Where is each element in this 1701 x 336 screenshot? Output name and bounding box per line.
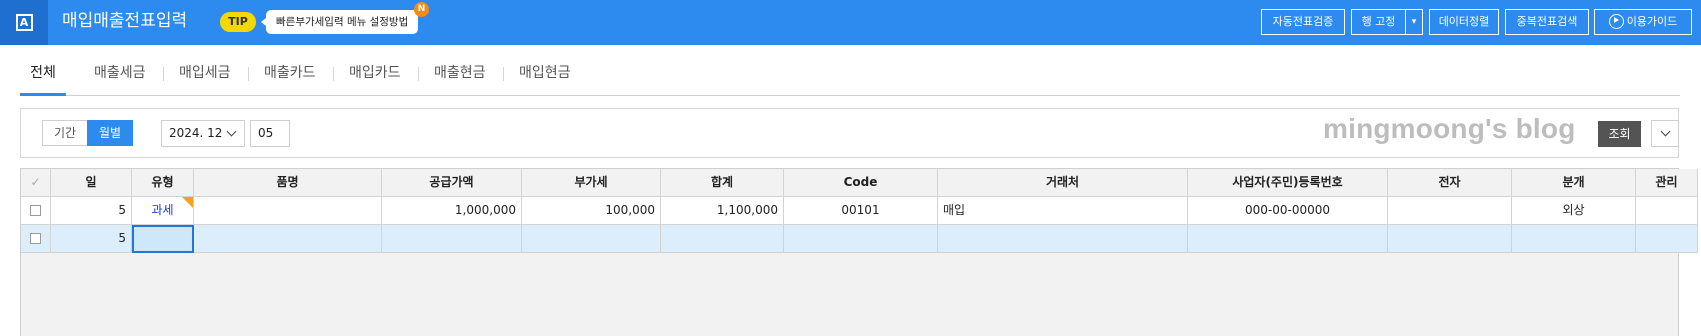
row-checkbox[interactable] [21, 197, 51, 225]
tab-divider [503, 67, 504, 81]
cell-supply[interactable] [382, 225, 522, 253]
play-circle-icon [1608, 13, 1624, 29]
auto-verify-button[interactable]: 자동전표검증 [1261, 9, 1345, 35]
tab-all[interactable]: 전체 [20, 58, 66, 96]
col-header-total[interactable]: 합계 [661, 169, 784, 197]
cell-item[interactable] [194, 225, 382, 253]
row-checkbox[interactable] [21, 225, 51, 253]
col-header-journal[interactable]: 분개 [1512, 169, 1636, 197]
tab-divider [248, 67, 249, 81]
row-fix-button[interactable]: 행 고정 [1351, 9, 1406, 35]
cell-day[interactable]: 5 [51, 197, 132, 225]
tab-purchase-tax[interactable]: 매입세금 [179, 58, 231, 96]
month-value: 2024. 12 [169, 126, 223, 140]
cell-vendor[interactable]: 매입 [938, 197, 1188, 225]
cell-journal[interactable] [1512, 225, 1636, 253]
document-a-icon: A [15, 14, 33, 31]
type-value: 과세 [151, 203, 174, 217]
cell-vendor[interactable] [938, 225, 1188, 253]
col-header-supply[interactable]: 공급가액 [382, 169, 522, 197]
col-header-vat[interactable]: 부가세 [522, 169, 661, 197]
cell-manage[interactable] [1636, 197, 1698, 225]
cell-day[interactable]: 5 [51, 225, 132, 253]
tab-divider [163, 67, 164, 81]
chevron-down-icon [1660, 126, 1671, 137]
col-header-item[interactable]: 품명 [194, 169, 382, 197]
tip-text[interactable]: 빠른부가세입력 메뉴 설정방법 [260, 10, 419, 34]
chevron-down-icon [226, 126, 237, 137]
cell-item[interactable] [194, 197, 382, 225]
duplicate-search-button[interactable]: 중복전표검색 [1505, 9, 1589, 35]
tab-purchase-cash[interactable]: 매입현금 [519, 58, 571, 96]
select-all-check-icon[interactable]: ✓ [21, 169, 51, 197]
cell-reg-no[interactable] [1188, 225, 1388, 253]
cell-manage[interactable] [1636, 225, 1698, 253]
cell-reg-no[interactable]: 000-00-00000 [1188, 197, 1388, 225]
cell-code[interactable]: 00101 [784, 197, 938, 225]
blog-watermark: mingmoong's blog [1323, 113, 1576, 144]
checkbox-icon [30, 233, 41, 244]
tab-purchase-card[interactable]: 매입카드 [349, 58, 401, 96]
guide-label: 이용가이드 [1626, 15, 1678, 28]
row-fix-dropdown-icon[interactable]: ▾ [1405, 9, 1423, 35]
voucher-type-tabs: 전체 매출세금 매입세금 매출카드 매입카드 매출현금 매입현금 [20, 58, 1680, 96]
filter-panel: 기간 월별 2024. 12 05 mingmoong's blog 조회 [20, 108, 1679, 158]
search-button[interactable]: 조회 [1598, 121, 1641, 147]
tip-badge[interactable]: TIP [220, 12, 256, 32]
app-header: A 매입매출전표입력 TIP 빠른부가세입력 메뉴 설정방법 N 자동전표검증 … [0, 0, 1701, 45]
cell-total[interactable] [661, 225, 784, 253]
month-select[interactable]: 2024. 12 [161, 120, 245, 147]
cell-code[interactable] [784, 225, 938, 253]
col-header-day[interactable]: 일 [51, 169, 132, 197]
guide-button[interactable]: 이용가이드 [1594, 9, 1692, 35]
col-header-manage[interactable]: 관리 [1636, 169, 1698, 197]
period-toggle[interactable]: 기간 [42, 120, 88, 146]
col-header-vendor[interactable]: 거래처 [938, 169, 1188, 197]
new-badge: N [414, 2, 429, 17]
cell-type-active[interactable] [132, 225, 194, 253]
new-flag-label: N [186, 197, 192, 199]
cell-total[interactable]: 1,100,000 [661, 197, 784, 225]
cell-type[interactable]: N 과세 [132, 197, 194, 225]
data-sort-button[interactable]: 데이터정렬 [1429, 9, 1499, 35]
cell-electronic[interactable] [1388, 225, 1512, 253]
monthly-toggle[interactable]: 월별 [87, 120, 133, 146]
logo[interactable]: A [0, 0, 48, 45]
collapse-button[interactable] [1651, 120, 1679, 147]
tab-divider [418, 67, 419, 81]
cell-supply[interactable]: 1,000,000 [382, 197, 522, 225]
voucher-grid: ✓ 일 유형 품명 공급가액 부가세 합계 Code 거래처 사업자(주민)등록… [20, 168, 1698, 336]
col-header-type[interactable]: 유형 [132, 169, 194, 197]
cell-electronic[interactable] [1388, 197, 1512, 225]
cell-journal[interactable]: 외상 [1512, 197, 1636, 225]
tab-sales-tax[interactable]: 매출세금 [94, 58, 146, 96]
tab-divider [333, 67, 334, 81]
cell-vat[interactable]: 100,000 [522, 197, 661, 225]
cell-vat[interactable] [522, 225, 661, 253]
tab-sales-card[interactable]: 매출카드 [264, 58, 316, 96]
checkbox-icon [30, 205, 41, 216]
tab-sales-cash[interactable]: 매출현금 [434, 58, 486, 96]
col-header-code[interactable]: Code [784, 169, 938, 197]
col-header-electronic[interactable]: 전자 [1388, 169, 1512, 197]
day-input[interactable]: 05 [250, 120, 290, 147]
page-title: 매입매출전표입력 [62, 11, 188, 31]
col-header-reg-no[interactable]: 사업자(주민)등록번호 [1188, 169, 1388, 197]
